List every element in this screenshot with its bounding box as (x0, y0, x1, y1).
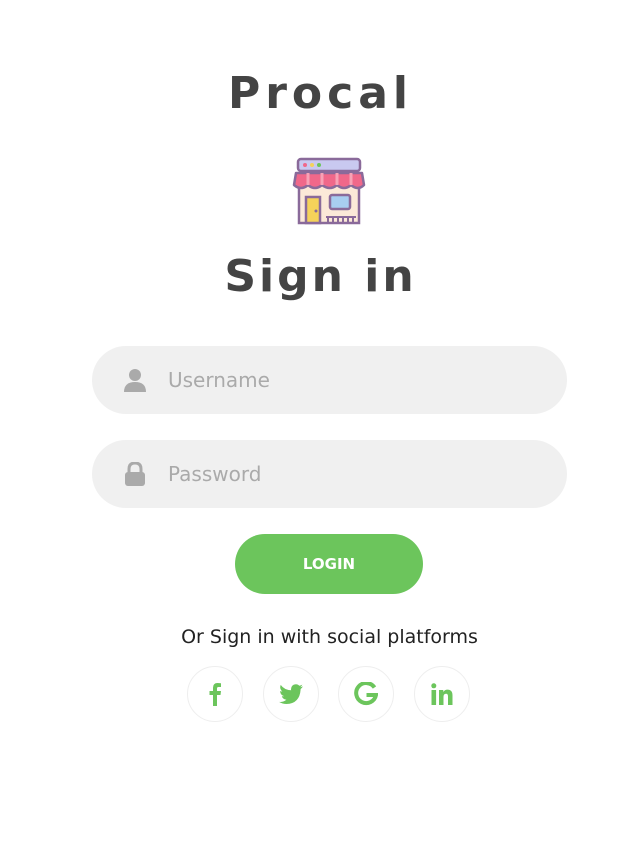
google-icon (354, 682, 378, 706)
password-field[interactable] (92, 440, 567, 508)
sign-in-page: Procal Sign in Username LOGIN Or Sign in… (0, 0, 641, 847)
twitter-button[interactable] (263, 666, 319, 722)
form-title: Sign in (224, 251, 417, 302)
google-button[interactable] (338, 666, 394, 722)
user-icon (124, 368, 146, 392)
username-input[interactable] (168, 346, 548, 414)
linkedin-button[interactable] (414, 666, 470, 722)
facebook-button[interactable] (187, 666, 243, 722)
login-button[interactable]: LOGIN (235, 534, 423, 594)
username-field[interactable] (92, 346, 567, 414)
twitter-icon (279, 684, 303, 704)
linkedin-icon (431, 683, 453, 705)
brand-name: Procal (227, 68, 414, 119)
social-links (187, 666, 471, 724)
storefront-icon (292, 155, 366, 227)
facebook-icon (208, 682, 222, 706)
password-input[interactable] (168, 440, 548, 508)
lock-icon (124, 461, 146, 486)
social-prompt: Or Sign in with social platforms (181, 626, 478, 648)
